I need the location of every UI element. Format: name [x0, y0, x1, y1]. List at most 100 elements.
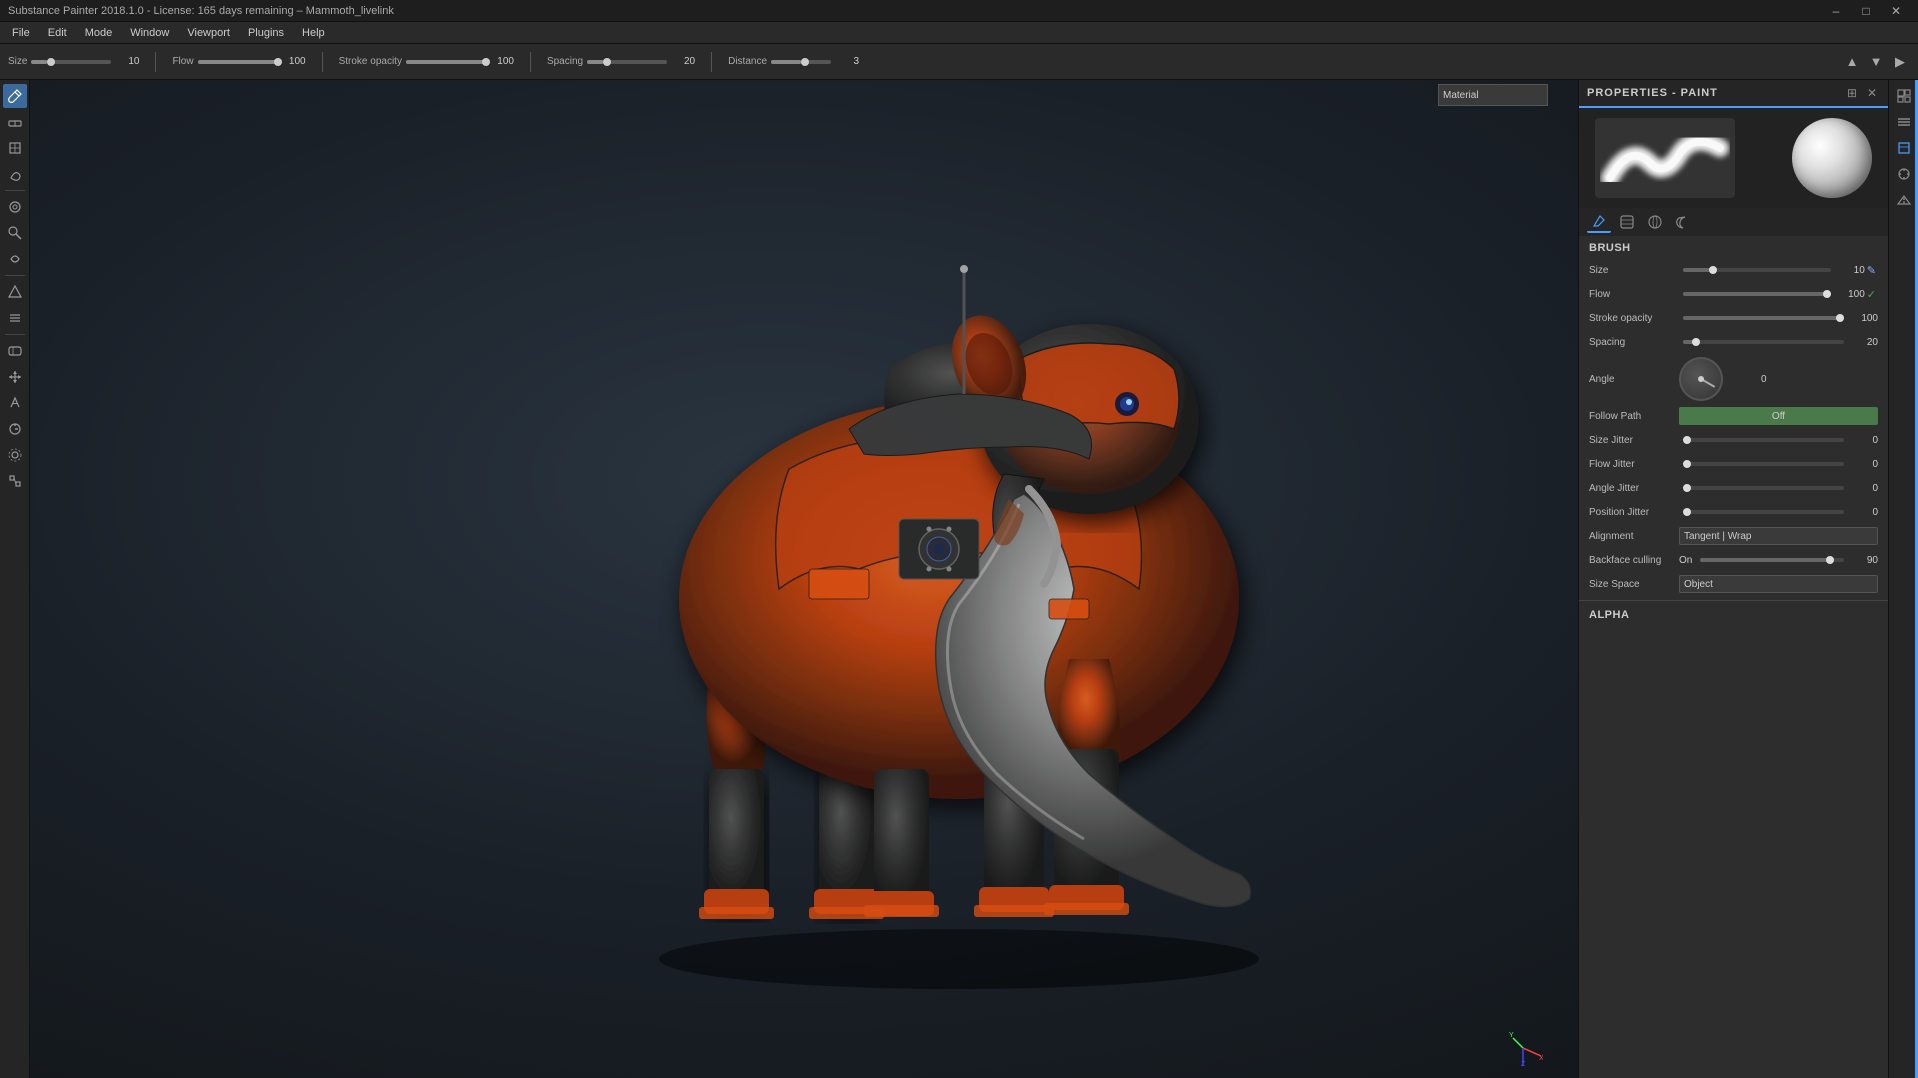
size-property-row: Size 10 ✎ — [1579, 258, 1888, 282]
arrow-up-icon[interactable]: ▲ — [1842, 52, 1862, 72]
smudge-tool[interactable] — [3, 195, 27, 219]
flow-prop-label: Flow — [1589, 289, 1679, 300]
arrow-group: ▲ ▼ ▶ — [1842, 52, 1910, 72]
svg-text:Y: Y — [1509, 1032, 1514, 1039]
svg-text:X: X — [1539, 1055, 1543, 1062]
angle-jitter-value: 0 — [1848, 483, 1878, 494]
left-tool-sep-1 — [5, 190, 25, 191]
flow-slider[interactable] — [198, 60, 278, 64]
stroke-opacity-label: Stroke opacity — [339, 56, 402, 67]
close-button[interactable]: ✕ — [1882, 2, 1910, 20]
baking-icon-btn[interactable] — [1892, 188, 1916, 212]
menu-viewport[interactable]: Viewport — [179, 25, 238, 41]
size-prop-value: 10 — [1835, 265, 1865, 276]
eraser-tool[interactable] — [3, 110, 27, 134]
distance-value: 3 — [835, 56, 859, 67]
menu-help[interactable]: Help — [294, 25, 333, 41]
distance-label: Distance — [728, 56, 767, 67]
position-jitter-slider[interactable] — [1683, 510, 1844, 514]
fill-tool[interactable] — [3, 162, 27, 186]
brush-sphere-preview — [1792, 118, 1872, 198]
measure-tool[interactable] — [3, 417, 27, 441]
angle-dial-dot — [1698, 376, 1704, 382]
blur-tool[interactable] — [3, 247, 27, 271]
axis-indicator: X Y Z — [1503, 1028, 1543, 1068]
menu-file[interactable]: File — [4, 25, 38, 41]
angle-jitter-slider[interactable] — [1683, 486, 1844, 490]
stroke-opacity-group: Stroke opacity 100 — [339, 56, 514, 67]
stroke-opacity-prop-label: Stroke opacity — [1589, 313, 1679, 324]
minimize-button[interactable]: – — [1822, 2, 1850, 20]
stroke-opacity-prop-slider[interactable] — [1683, 316, 1844, 320]
size-jitter-value: 0 — [1848, 435, 1878, 446]
clone-tool[interactable] — [3, 221, 27, 245]
alignment-row: Alignment Tangent | Wrap — [1579, 524, 1888, 548]
prop-maximize-button[interactable]: ⊞ — [1844, 85, 1860, 101]
size-space-dropdown[interactable]: Object — [1679, 575, 1878, 593]
window-controls: – □ ✕ — [1822, 2, 1910, 20]
properties-title: PROPERTIES - PAINT — [1587, 87, 1718, 99]
properties-header: PROPERTIES - PAINT ⊞ ✕ — [1579, 80, 1888, 108]
properties-content: BRUSH Size 10 ✎ Flow 100 ✓ — [1579, 236, 1888, 1078]
prop-close-button[interactable]: ✕ — [1864, 85, 1880, 101]
follow-path-toggle[interactable]: Off — [1679, 407, 1878, 425]
toolbar-divider-2 — [322, 52, 323, 72]
backface-culling-slider[interactable] — [1700, 558, 1844, 562]
paint-brush-tool[interactable] — [3, 84, 27, 108]
flow-label: Flow — [172, 56, 193, 67]
brush-tab-sphere[interactable] — [1643, 211, 1667, 233]
size-slider[interactable] — [31, 60, 111, 64]
arrow-down-icon[interactable]: ▼ — [1866, 52, 1886, 72]
prop-header-buttons: ⊞ ✕ — [1844, 85, 1880, 101]
menu-edit[interactable]: Edit — [40, 25, 75, 41]
flow-property-row: Flow 100 ✓ — [1579, 282, 1888, 306]
backface-culling-label: Backface culling — [1589, 555, 1679, 566]
menu-window[interactable]: Window — [122, 25, 177, 41]
backface-culling-row: Backface culling On 90 — [1579, 548, 1888, 572]
stroke-opacity-prop-value: 100 — [1848, 313, 1878, 324]
texture-sets-icon-btn[interactable] — [1892, 84, 1916, 108]
properties-icon-btn[interactable] — [1892, 136, 1916, 160]
size-space-label: Size Space — [1589, 579, 1679, 590]
maximize-button[interactable]: □ — [1852, 2, 1880, 20]
spacing-prop-label: Spacing — [1589, 337, 1679, 348]
arrow-right-icon[interactable]: ▶ — [1890, 52, 1910, 72]
menu-plugins[interactable]: Plugins — [240, 25, 292, 41]
layers-icon-btn[interactable] — [1892, 110, 1916, 134]
svg-text:Z: Z — [1521, 1061, 1526, 1068]
stroke-opacity-slider[interactable] — [406, 60, 486, 64]
size-jitter-slider[interactable] — [1683, 438, 1844, 442]
angle-dial[interactable] — [1679, 357, 1723, 401]
projection-tool[interactable] — [3, 136, 27, 160]
backface-culling-value: On — [1679, 555, 1692, 566]
flow-checkmark-button[interactable]: ✓ — [1865, 288, 1878, 301]
brush-tab-moon[interactable] — [1671, 211, 1695, 233]
effects-icon-btn[interactable] — [1892, 162, 1916, 186]
flow-prop-slider[interactable] — [1683, 292, 1831, 296]
size-value: 10 — [115, 56, 139, 67]
size-prop-slider[interactable] — [1683, 268, 1831, 272]
spacing-prop-slider[interactable] — [1683, 340, 1844, 344]
alignment-dropdown[interactable]: Tangent | Wrap — [1679, 527, 1878, 545]
material-dropdown[interactable]: Material — [1438, 84, 1548, 106]
flow-jitter-value: 0 — [1848, 459, 1878, 470]
mask-tool[interactable] — [3, 339, 27, 363]
toolbar-divider-4 — [711, 52, 712, 72]
geometry-paint-tool[interactable] — [3, 280, 27, 304]
alignment-label: Alignment — [1589, 531, 1679, 542]
menu-mode[interactable]: Mode — [77, 25, 121, 41]
color-picker-tool[interactable] — [3, 391, 27, 415]
pivot-tool[interactable] — [3, 469, 27, 493]
spacing-prop-value: 20 — [1848, 337, 1878, 348]
spacing-slider[interactable] — [587, 60, 667, 64]
flow-group: Flow 100 — [172, 56, 305, 67]
brush-tab-texture[interactable] — [1615, 211, 1639, 233]
flow-jitter-slider[interactable] — [1683, 462, 1844, 466]
layers-tool[interactable] — [3, 306, 27, 330]
distance-slider[interactable] — [771, 60, 831, 64]
transform-tool[interactable] — [3, 365, 27, 389]
position-jitter-value: 0 — [1848, 507, 1878, 518]
select-tool[interactable] — [3, 443, 27, 467]
size-edit-button[interactable]: ✎ — [1865, 264, 1878, 277]
brush-tab-paint[interactable] — [1587, 211, 1611, 233]
